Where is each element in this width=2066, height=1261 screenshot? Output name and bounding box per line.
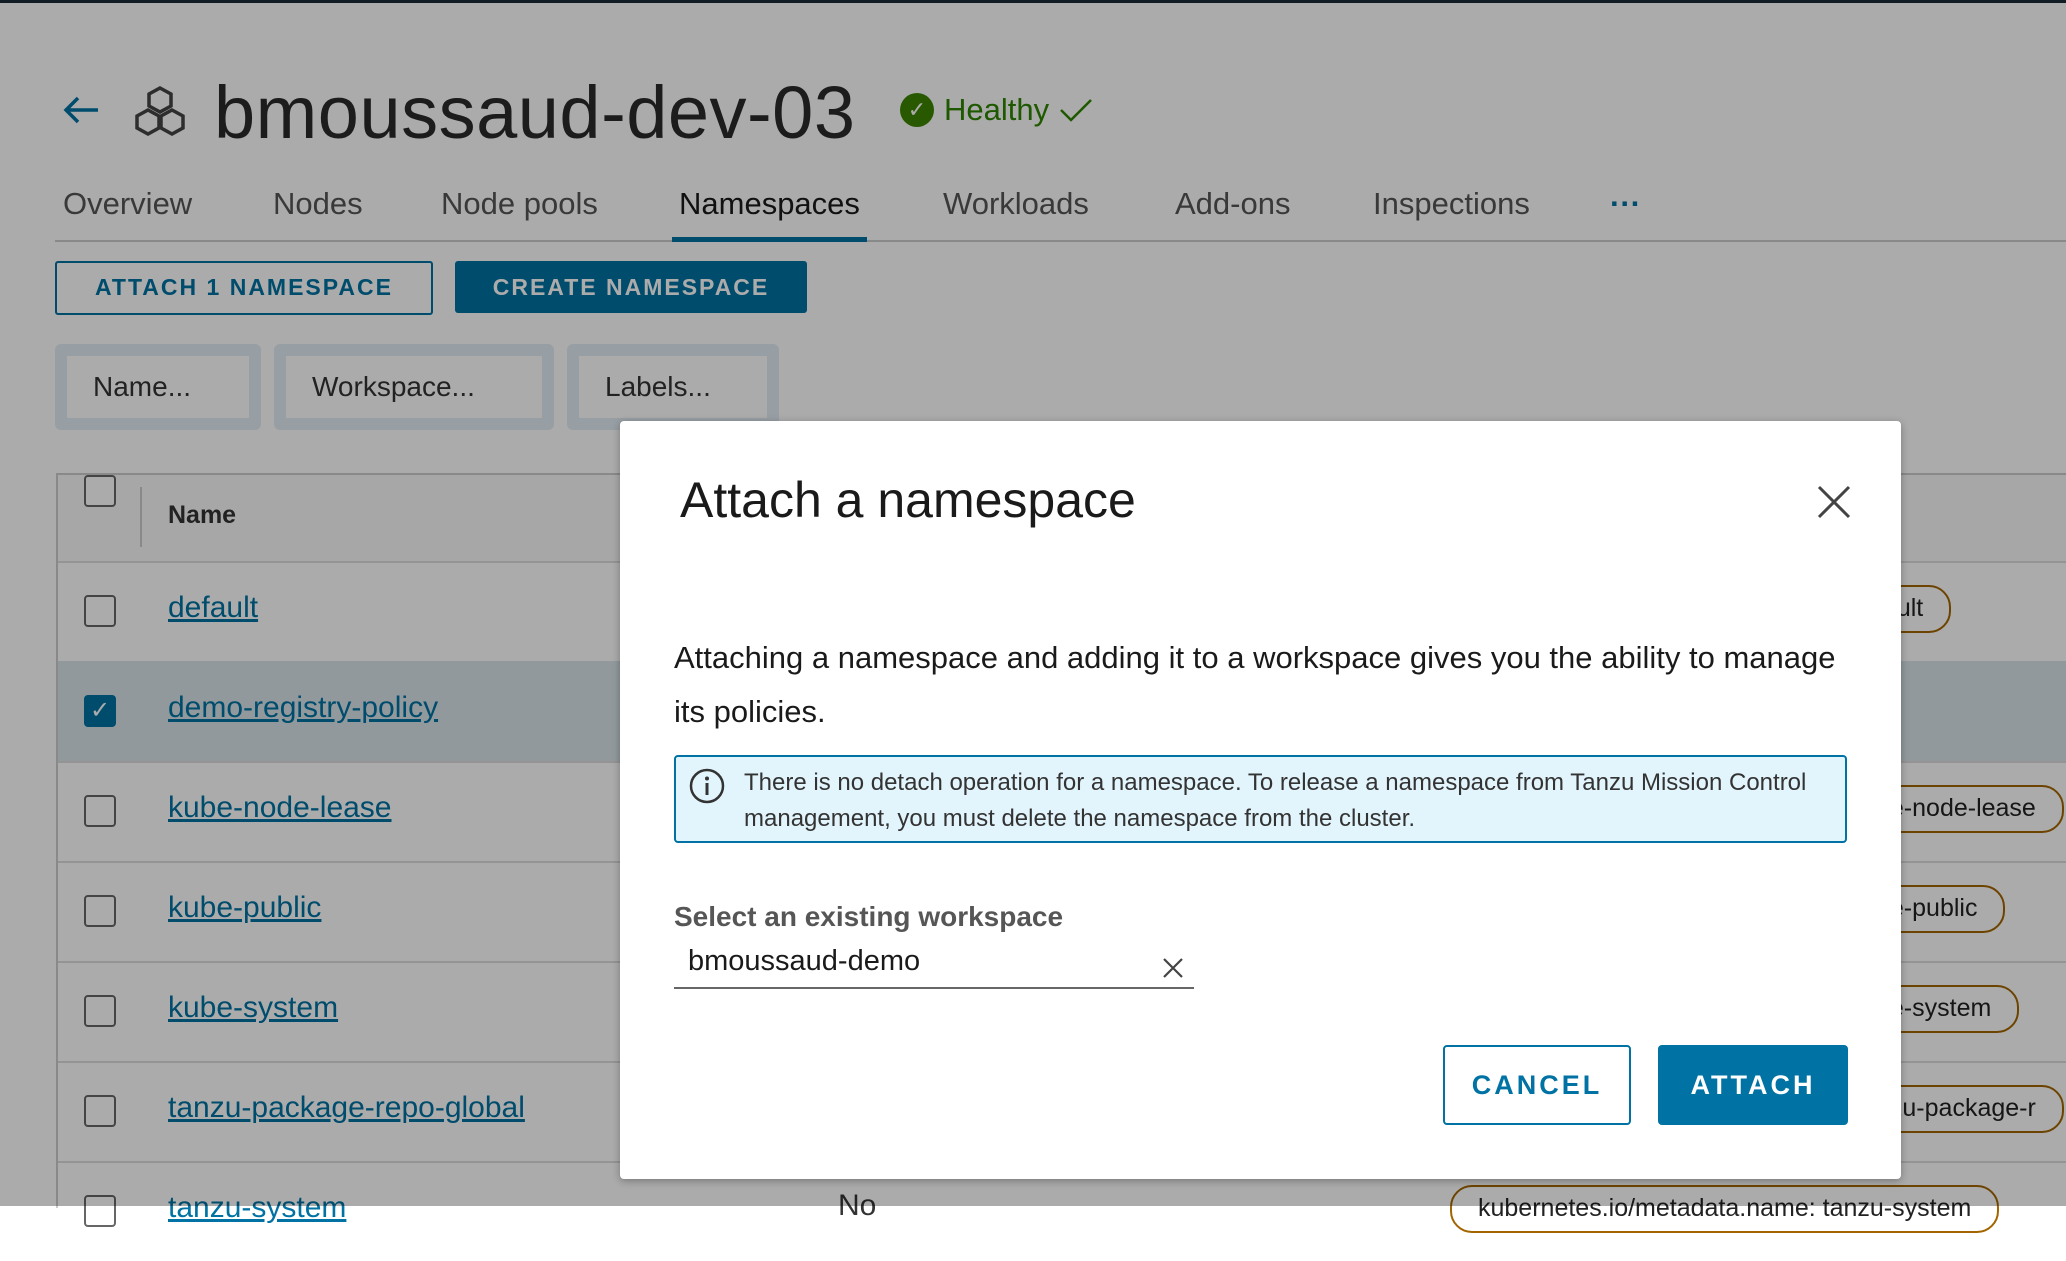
modal-title: Attach a namespace: [680, 472, 1136, 528]
attach-namespace-modal: Attach a namespace Attaching a namespace…: [620, 421, 1901, 1179]
attach-button[interactable]: ATTACH: [1658, 1045, 1848, 1125]
cancel-button[interactable]: CANCEL: [1443, 1045, 1631, 1125]
workspace-select-input[interactable]: bmoussaud-demo: [674, 941, 1194, 989]
info-alert: There is no detach operation for a names…: [674, 755, 1847, 843]
clear-icon[interactable]: [1160, 955, 1186, 981]
info-circle-icon: [689, 768, 725, 804]
info-alert-text: There is no detach operation for a names…: [744, 769, 1807, 832]
modal-description: Attaching a namespace and adding it to a…: [674, 640, 1836, 729]
workspace-select-value: bmoussaud-demo: [688, 945, 921, 977]
workspace-select-label: Select an existing workspace: [674, 901, 1064, 932]
close-icon[interactable]: [1809, 477, 1859, 527]
